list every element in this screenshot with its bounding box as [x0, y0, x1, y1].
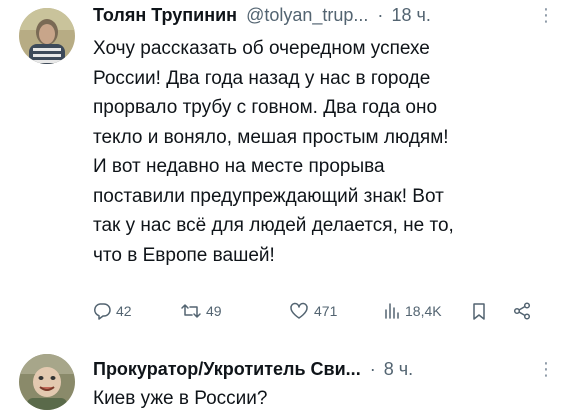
reply-count: 42: [116, 303, 132, 319]
views-button[interactable]: 18,4K: [383, 299, 442, 323]
tweet-text-line: поставили предупреждающий знак! Вот: [93, 185, 444, 207]
tweet-text-line: так у нас всё для людей делается, не то,: [93, 215, 454, 236]
author-avatar[interactable]: [19, 8, 75, 64]
tweet-text-line: И вот недавно на месте прорыва: [93, 156, 385, 177]
tweet-actions: 42 49 471 18,4K: [92, 299, 552, 323]
tweet-header: Толян Трупинин @tolyan_trup... · 18 ч.: [93, 4, 431, 26]
reply-button[interactable]: 42: [92, 299, 132, 323]
reply-header-separator: ·: [369, 359, 376, 379]
reply-text: Киев уже в России?: [93, 388, 268, 409]
retweet-count: 49: [206, 303, 222, 319]
like-count: 471: [314, 303, 338, 319]
tweet-text-line: что в Европе вашей!: [93, 244, 275, 266]
bookmark-icon: [470, 301, 488, 321]
views-icon: [383, 301, 401, 321]
tweet-text-line: прорвало трубу с говном. Два года оно: [93, 97, 438, 118]
author-name[interactable]: Толян Трупинин: [93, 5, 237, 25]
retweet-icon: [180, 301, 202, 321]
header-separator: ·: [377, 5, 384, 25]
reply-more-icon[interactable]: ⋮: [537, 360, 555, 378]
retweet-button[interactable]: 49: [180, 299, 222, 323]
bookmark-button[interactable]: [470, 299, 488, 323]
like-button[interactable]: 471: [288, 299, 337, 323]
reply-tweet[interactable]: Прокуратор/Укротитель Сви... · 8 ч. ⋮ Ки…: [0, 340, 568, 411]
tweet-text-line: России! Два года назад у нас в городе: [93, 67, 431, 89]
reply-icon: [92, 301, 112, 321]
tweet-text-line: текло и воняло, мешая простым людям!: [93, 126, 449, 148]
author-handle[interactable]: @tolyan_trup...: [246, 5, 368, 25]
tweet-time[interactable]: 18 ч.: [391, 5, 430, 25]
reply-author-avatar[interactable]: [19, 354, 75, 410]
reply-header: Прокуратор/Укротитель Сви... · 8 ч.: [93, 358, 413, 380]
like-icon: [288, 301, 310, 321]
tweet[interactable]: Толян Трупинин @tolyan_trup... · 18 ч. ⋮…: [0, 0, 568, 330]
share-button[interactable]: [512, 299, 532, 323]
more-icon[interactable]: ⋮: [537, 6, 555, 24]
reply-author-name[interactable]: Прокуратор/Укротитель Сви...: [93, 359, 361, 379]
tweet-text-line: Хочу рассказать об очередном успехе: [93, 38, 430, 59]
reply-time[interactable]: 8 ч.: [384, 359, 413, 379]
share-icon: [512, 301, 532, 321]
tweet-text: Хочу рассказать об очередном успехе Росс…: [93, 34, 454, 270]
views-count: 18,4K: [405, 303, 442, 319]
